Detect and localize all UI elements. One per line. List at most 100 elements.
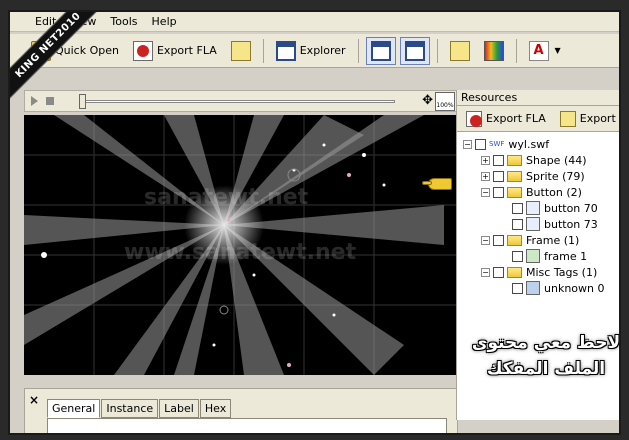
annotation-line-1: لاحظ معي محتوى <box>471 333 621 353</box>
tree-node-root[interactable]: − SWF wyl.swf <box>457 136 619 152</box>
watermark-bottom: www.sanatewt.net <box>124 240 357 265</box>
export-fla-button[interactable]: Export FLA <box>128 37 222 65</box>
tree-label-unknown: unknown 0 <box>544 281 605 295</box>
tree-node-button[interactable]: − Button (2) <box>457 184 619 200</box>
options-icon <box>449 40 470 61</box>
export-fla-icon <box>132 40 153 61</box>
checkbox[interactable] <box>493 186 504 198</box>
folder-icon <box>507 234 522 246</box>
button-symbol-icon <box>526 217 540 231</box>
layout-single-button[interactable] <box>365 36 396 65</box>
tree-label-shape: Shape (44) <box>526 153 587 167</box>
layout-split-button[interactable] <box>399 36 430 65</box>
player-controls: ✥ 100% <box>24 90 458 112</box>
folder-icon <box>507 170 522 182</box>
tree-label-button73: button 73 <box>544 217 598 231</box>
collapse-icon[interactable]: − <box>481 235 490 245</box>
toolbar-separator <box>436 38 438 63</box>
collapse-icon[interactable]: − <box>481 267 490 277</box>
folder-icon <box>507 186 522 198</box>
watermark-top: sanatewt.net <box>144 185 309 210</box>
tab-label[interactable]: Label <box>159 399 199 418</box>
export-resource-button[interactable] <box>226 37 256 65</box>
chevron-down-icon[interactable]: ▼ <box>555 46 561 55</box>
properties-tabs: General Instance Label Hex <box>47 399 232 418</box>
explorer-label: Explorer <box>299 44 346 57</box>
checkbox[interactable] <box>493 170 504 182</box>
collapse-icon[interactable]: − <box>481 187 490 197</box>
resources-export-fla-button[interactable]: Export FLA <box>463 108 549 130</box>
tree-node-sprite[interactable]: + Sprite (79) <box>457 168 619 184</box>
tree-label-button70: button 70 <box>544 201 598 215</box>
tree-node-unknown[interactable]: unknown 0 <box>457 280 619 296</box>
menu-bar: Edit View Tools Help <box>10 12 619 32</box>
collapse-icon[interactable]: − <box>463 139 472 149</box>
zoom-move-icon[interactable]: ✥ <box>422 93 433 108</box>
resources-export-other-label: Export I <box>579 112 621 125</box>
folder-icon <box>507 266 522 278</box>
toolbar-separator <box>357 38 359 63</box>
checkbox[interactable] <box>493 154 504 166</box>
expand-icon[interactable]: + <box>481 171 490 181</box>
unknown-tag-icon <box>526 281 540 295</box>
resources-export-other-button[interactable]: Export I <box>557 108 621 130</box>
flash-stage: sanatewt.net www.sanatewt.net <box>24 115 458 375</box>
timeline-thumb[interactable] <box>79 94 86 109</box>
export-icon <box>559 110 576 127</box>
tab-instance[interactable]: Instance <box>101 399 159 418</box>
toolbar-separator <box>515 38 517 63</box>
checkbox[interactable] <box>493 234 504 246</box>
toolbar-separator <box>262 38 264 63</box>
options-button[interactable] <box>445 37 475 65</box>
timeline-track[interactable] <box>85 100 395 103</box>
tree-node-button73[interactable]: button 73 <box>457 216 619 232</box>
tab-hex[interactable]: Hex <box>199 399 232 418</box>
tree-node-frame[interactable]: − Frame (1) <box>457 232 619 248</box>
pdf-icon: A <box>528 40 549 61</box>
resource-tree: − SWF wyl.swf + Shape (44) + Sprite (79)… <box>457 132 619 296</box>
tree-label-button: Button (2) <box>526 185 582 199</box>
pointing-hand-icon <box>422 176 456 192</box>
tab-general[interactable]: General <box>47 399 101 418</box>
checkbox[interactable] <box>475 138 486 150</box>
tree-label-frame1: frame 1 <box>544 249 588 263</box>
explorer-button[interactable]: Explorer <box>271 37 351 65</box>
tree-node-misc[interactable]: − Misc Tags (1) <box>457 264 619 280</box>
color-palette-button[interactable] <box>479 37 509 65</box>
tree-label-frame: Frame (1) <box>526 233 580 247</box>
quick-open-label: Quick Open <box>55 44 119 57</box>
checkbox[interactable] <box>512 250 523 262</box>
close-icon[interactable]: × <box>27 393 41 407</box>
menu-tools[interactable]: Tools <box>103 15 144 28</box>
tree-node-shape[interactable]: + Shape (44) <box>457 152 619 168</box>
export-pdf-button[interactable]: A ▼ <box>524 37 566 65</box>
checkbox[interactable] <box>493 266 504 278</box>
resources-toolbar: Export FLA Export I <box>457 106 621 132</box>
stop-icon[interactable] <box>46 97 54 105</box>
checkbox[interactable] <box>512 218 523 230</box>
tree-label-root: wyl.swf <box>508 137 550 151</box>
tree-node-button70[interactable]: button 70 <box>457 200 619 216</box>
menu-help[interactable]: Help <box>145 15 184 28</box>
color-palette-icon <box>483 40 504 61</box>
zoom-100-icon[interactable]: 100% <box>435 92 455 111</box>
export-resource-icon <box>230 40 251 61</box>
swf-file-icon: SWF <box>489 140 505 148</box>
folder-icon <box>507 154 522 166</box>
play-icon[interactable] <box>31 96 38 106</box>
annotation-text: لاحظ معي محتوى الملف المفكك <box>466 330 621 382</box>
properties-body <box>47 418 447 433</box>
resources-export-fla-label: Export FLA <box>486 112 546 125</box>
layout-split-icon <box>404 40 425 61</box>
tree-label-misc: Misc Tags (1) <box>526 265 598 279</box>
tree-label-sprite: Sprite (79) <box>526 169 585 183</box>
tree-node-frame1[interactable]: frame 1 <box>457 248 619 264</box>
main-toolbar: Quick Open Export FLA Explorer A ▼ <box>10 34 619 68</box>
expand-icon[interactable]: + <box>481 155 490 165</box>
frame-icon <box>526 249 540 263</box>
checkbox[interactable] <box>512 202 523 214</box>
app-window: KING NET2010 Edit View Tools Help Quick … <box>8 10 621 435</box>
checkbox[interactable] <box>512 282 523 294</box>
export-fla-label: Export FLA <box>156 44 217 57</box>
annotation-line-2: الملف المفكك <box>486 359 606 379</box>
